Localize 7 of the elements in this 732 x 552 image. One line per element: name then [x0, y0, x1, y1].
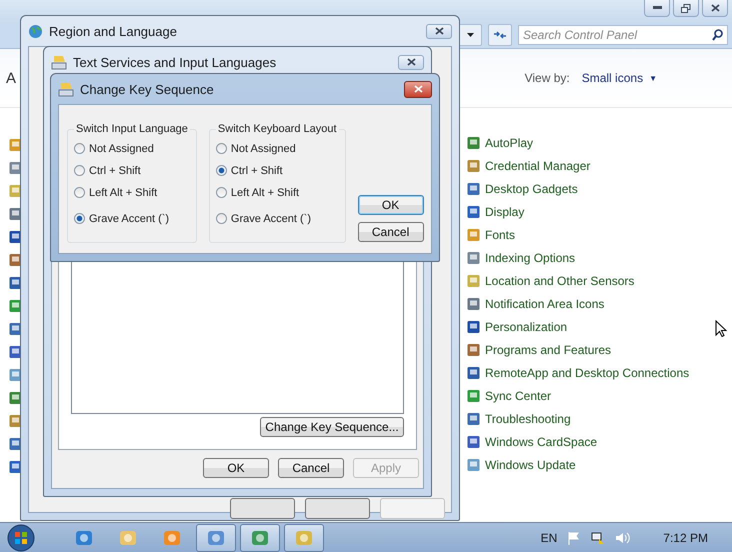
group-title: Switch Keyboard Layout — [216, 123, 338, 135]
page-heading: A — [6, 70, 16, 86]
window-title: Region and Language — [49, 24, 178, 38]
window-title: Text Services and Input Languages — [73, 54, 278, 70]
window-title: Change Key Sequence — [80, 82, 215, 96]
view-by-label: View by: — [524, 71, 570, 85]
group-title: Switch Input Language — [75, 123, 189, 135]
